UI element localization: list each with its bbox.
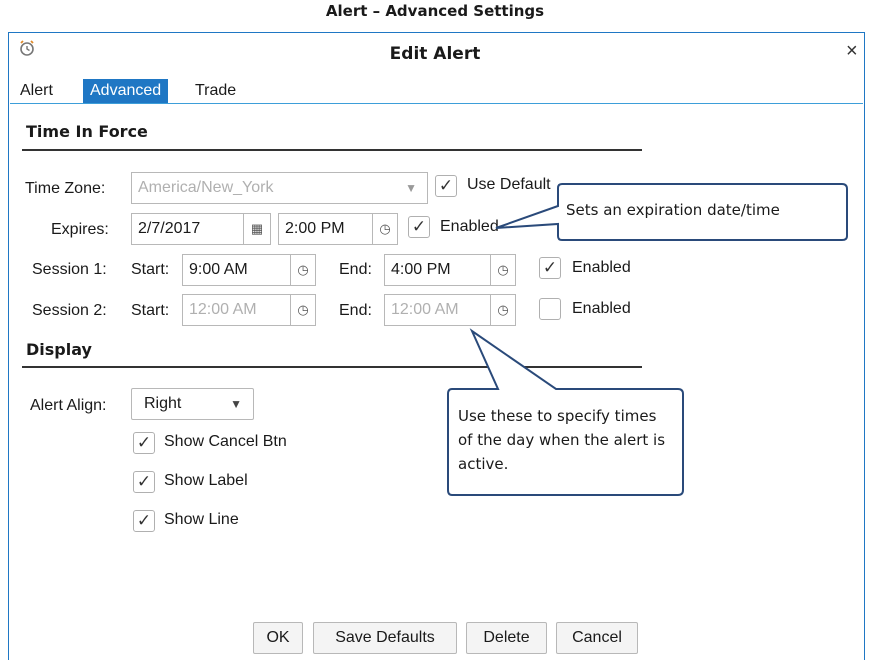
clock-icon[interactable]: ◷ [491, 254, 516, 286]
session1-enabled-label: Enabled [572, 259, 631, 276]
session2-end-input[interactable]: 12:00 AM [384, 294, 491, 326]
session2-enabled-checkbox[interactable] [539, 298, 561, 320]
session2-end-label: End: [339, 302, 372, 319]
show-label-checkbox[interactable]: ✓ [133, 471, 155, 493]
show-line-checkbox[interactable]: ✓ [133, 510, 155, 532]
alert-align-select[interactable]: Right ▼ [131, 388, 254, 420]
expires-enabled-checkbox[interactable]: ✓ [408, 216, 430, 238]
cancel-button[interactable]: Cancel [556, 622, 638, 654]
session1-end-label: End: [339, 261, 372, 278]
time-zone-label: Time Zone: [25, 180, 106, 197]
calendar-icon[interactable]: ▦ [244, 213, 271, 245]
clock-icon[interactable]: ◷ [491, 294, 516, 326]
clock-icon[interactable]: ◷ [291, 294, 316, 326]
save-defaults-button[interactable]: Save Defaults [313, 622, 457, 654]
session2-enabled-label: Enabled [572, 300, 631, 317]
tab-trade[interactable]: Trade [188, 79, 243, 103]
session1-end-input[interactable]: 4:00 PM [384, 254, 491, 286]
clock-icon[interactable]: ◷ [373, 213, 398, 245]
expires-label: Expires: [51, 221, 109, 238]
section-display: Display [26, 340, 92, 359]
expires-date-input[interactable]: 2/7/2017 [131, 213, 244, 245]
session1-start-label: Start: [131, 261, 170, 278]
session1-label: Session 1: [32, 261, 107, 278]
alert-align-label: Alert Align: [30, 397, 107, 414]
session1-enabled-checkbox[interactable]: ✓ [539, 257, 561, 279]
callout-expiration-text: Sets an expiration date/time [566, 201, 780, 219]
session2-label: Session 2: [32, 302, 107, 319]
figure-caption: Alert – Advanced Settings [325, 2, 545, 20]
delete-button[interactable]: Delete [466, 622, 547, 654]
expires-time-input[interactable]: 2:00 PM [278, 213, 373, 245]
alert-align-value: Right [144, 395, 182, 412]
clock-icon[interactable]: ◷ [291, 254, 316, 286]
session1-start-input[interactable]: 9:00 AM [182, 254, 291, 286]
show-cancel-checkbox[interactable]: ✓ [133, 432, 155, 454]
ok-button[interactable]: OK [253, 622, 303, 654]
section-time-in-force: Time In Force [26, 122, 148, 141]
show-label-label: Show Label [164, 472, 248, 489]
show-cancel-label: Show Cancel Btn [164, 433, 287, 450]
show-line-label: Show Line [164, 511, 239, 528]
time-zone-select[interactable]: America/New_York ▼ [131, 172, 428, 204]
time-zone-value: America/New_York [138, 179, 274, 196]
session2-start-label: Start: [131, 302, 170, 319]
chevron-down-icon: ▼ [405, 181, 417, 195]
close-icon[interactable]: × [846, 40, 858, 63]
tab-alert[interactable]: Alert [13, 79, 60, 103]
tab-underline [10, 103, 863, 104]
session2-start-input[interactable]: 12:00 AM [182, 294, 291, 326]
chevron-down-icon: ▼ [230, 397, 242, 411]
dialog-title: Edit Alert [389, 44, 481, 64]
callout-sessions-text: Use these to specify times of the day wh… [458, 407, 666, 473]
divider [22, 149, 642, 151]
use-default-checkbox[interactable]: ✓ [435, 175, 457, 197]
tab-advanced[interactable]: Advanced [83, 79, 169, 103]
